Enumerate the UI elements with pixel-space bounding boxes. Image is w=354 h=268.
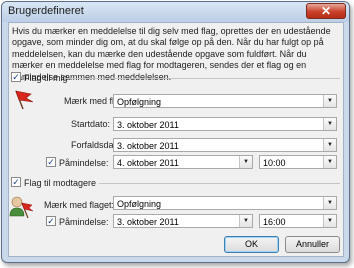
flag-me-reminder-date-value: 4. oktober 2011 — [117, 158, 179, 168]
dialog-title: Brugerdefineret — [8, 5, 84, 17]
flag-me-reminder-date-picker[interactable]: 4. oktober 2011 ▼ — [113, 155, 253, 169]
start-date-value: 3. oktober 2011 — [117, 120, 179, 130]
chevron-down-icon[interactable]: ▼ — [323, 95, 336, 107]
flag-recipients-checkbox[interactable]: ✓ — [11, 177, 21, 187]
flag-recipients-reminder-time-picker[interactable]: 16:00 ▼ — [259, 214, 337, 228]
flag-recipients-reminder-label: Påmindelse: — [59, 217, 109, 227]
flag-recipients-reminder-time-value: 16:00 — [263, 217, 286, 227]
flag-me-reminder-label: Påmindelse: — [59, 158, 109, 168]
flag-recipients-reminder-date-picker[interactable]: 3. oktober 2011 ▼ — [113, 214, 253, 228]
due-date-value: 3. oktober 2011 — [117, 141, 179, 151]
due-date-picker[interactable]: 3. oktober 2011 ▼ — [113, 138, 337, 152]
flag-me-reminder-checkbox[interactable]: ✓ — [46, 157, 56, 167]
start-date-picker[interactable]: 3. oktober 2011 ▼ — [113, 117, 337, 131]
flag-recipients-separator — [99, 183, 340, 184]
flag-me-reminder-time-picker[interactable]: 10:00 ▼ — [259, 155, 337, 169]
flag-recipients-flag-value: Opfølgning — [117, 199, 162, 209]
flag-me-reminder-time-value: 10:00 — [263, 158, 286, 168]
chevron-down-icon[interactable]: ▼ — [323, 118, 336, 130]
chevron-down-icon[interactable]: ▼ — [323, 156, 336, 168]
chevron-down-icon[interactable]: ▼ — [239, 215, 252, 227]
flag-recipients-reminder-date-value: 3. oktober 2011 — [117, 217, 179, 227]
flag-recipients-flag-label: Mærk med flaget: — [44, 200, 115, 210]
ok-button[interactable]: OK — [224, 236, 279, 253]
flag-me-label: Flag til mig — [24, 73, 68, 83]
flag-recipients-flag-dropdown[interactable]: Opfølgning ▼ — [113, 196, 337, 210]
chevron-down-icon[interactable]: ▼ — [323, 197, 336, 209]
start-date-label: Startdato: — [71, 119, 111, 129]
close-button[interactable]: ✕ — [306, 3, 346, 19]
cancel-button[interactable]: Annuller — [285, 236, 340, 253]
red-flag-icon — [12, 89, 36, 111]
chevron-down-icon[interactable]: ▼ — [323, 139, 336, 151]
flag-me-checkbox[interactable]: ✓ — [11, 72, 21, 82]
flag-recipients-label: Flag til modtagere — [24, 178, 97, 188]
chevron-down-icon[interactable]: ▼ — [323, 215, 336, 227]
recipient-flag-icon — [8, 194, 34, 220]
flag-me-flag-value: Opfølgning — [117, 97, 162, 107]
flag-recipients-reminder-checkbox[interactable]: ✓ — [46, 216, 56, 226]
flag-me-separator — [64, 78, 340, 79]
flag-me-flag-dropdown[interactable]: Opfølgning ▼ — [113, 94, 337, 108]
chevron-down-icon[interactable]: ▼ — [239, 156, 252, 168]
